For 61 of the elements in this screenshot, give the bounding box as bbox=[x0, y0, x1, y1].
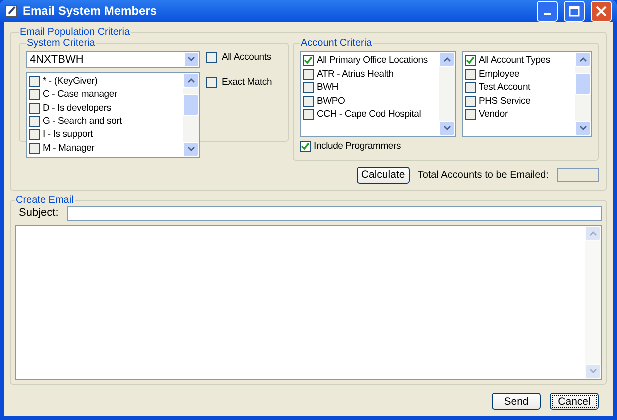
checkbox[interactable] bbox=[465, 55, 476, 66]
checkbox-label[interactable]: All Accounts bbox=[222, 52, 272, 64]
cancel-button[interactable]: Cancel bbox=[550, 393, 599, 410]
minimize-icon bbox=[544, 13, 551, 15]
checkbox[interactable] bbox=[300, 141, 311, 152]
checkbox[interactable] bbox=[303, 109, 314, 120]
list-item[interactable]: All Primary Office Locations bbox=[317, 55, 428, 66]
total-label: Total Accounts to be Emailed: bbox=[418, 170, 549, 180]
list-item[interactable]: D - Is developers bbox=[43, 102, 112, 114]
checkbox[interactable] bbox=[206, 76, 217, 88]
checkbox[interactable] bbox=[303, 96, 314, 107]
checkbox[interactable] bbox=[303, 82, 314, 94]
scrollbar[interactable] bbox=[575, 52, 591, 136]
maximize-button[interactable] bbox=[564, 0, 585, 22]
list-item[interactable]: PHS Service bbox=[479, 96, 531, 107]
group-title: Create Email bbox=[15, 194, 75, 206]
close-icon bbox=[596, 6, 607, 16]
subject-label: Subject: bbox=[19, 207, 59, 219]
checkbox[interactable] bbox=[29, 129, 40, 140]
checkbox[interactable] bbox=[29, 116, 40, 128]
checkbox[interactable] bbox=[465, 109, 476, 120]
list-item[interactable]: Employee bbox=[479, 68, 520, 80]
list-item[interactable]: CCH - Cape Cod Hospital bbox=[317, 109, 422, 120]
list-item[interactable]: G - Search and sort bbox=[43, 116, 122, 128]
checkbox[interactable] bbox=[303, 55, 314, 66]
checkbox[interactable] bbox=[29, 76, 40, 88]
scrollbar[interactable] bbox=[439, 52, 455, 136]
checkbox[interactable] bbox=[29, 102, 40, 114]
list-item[interactable]: * - (KeyGiver) bbox=[43, 76, 98, 88]
checkbox[interactable] bbox=[206, 52, 217, 64]
window-title: Email System Members bbox=[23, 4, 158, 18]
list-item[interactable]: I - Is support bbox=[43, 129, 93, 140]
maximize-icon bbox=[569, 6, 580, 16]
minimize-button[interactable] bbox=[537, 0, 558, 22]
dropdown[interactable]: 4NXTBWH bbox=[26, 51, 200, 68]
list-item[interactable]: M - Manager bbox=[43, 142, 95, 154]
checkbox[interactable] bbox=[29, 142, 40, 154]
checkbox-label[interactable]: Exact Match bbox=[222, 76, 272, 88]
list-item[interactable]: BWPO bbox=[317, 96, 346, 107]
checkbox[interactable] bbox=[29, 89, 40, 100]
send-button[interactable]: Send bbox=[492, 393, 541, 410]
checkbox[interactable] bbox=[303, 68, 314, 80]
list-item[interactable]: C - Case manager bbox=[43, 89, 118, 100]
scrollbar[interactable] bbox=[183, 73, 199, 157]
list-item[interactable]: ATR - Atrius Health bbox=[317, 68, 394, 80]
group-title: System Criteria bbox=[26, 38, 96, 49]
checkbox[interactable] bbox=[465, 96, 476, 107]
total-field[interactable] bbox=[557, 168, 599, 182]
checkbox[interactable] bbox=[465, 68, 476, 80]
subject-field[interactable] bbox=[66, 206, 602, 220]
close-button[interactable] bbox=[591, 0, 612, 22]
group-title: Email Population Criteria bbox=[19, 27, 132, 38]
list-item[interactable]: Test Account bbox=[479, 82, 530, 94]
checkbox-label[interactable]: Include Programmers bbox=[314, 141, 402, 152]
list-item[interactable]: All Account Types bbox=[479, 55, 550, 66]
group-title: Account Criteria bbox=[300, 38, 374, 49]
notepad-icon bbox=[5, 4, 19, 18]
calculate-button[interactable]: Calculate bbox=[356, 166, 410, 184]
checkbox[interactable] bbox=[465, 82, 476, 94]
list-item[interactable]: BWH bbox=[317, 82, 339, 94]
list-item[interactable]: Vendor bbox=[479, 109, 508, 120]
